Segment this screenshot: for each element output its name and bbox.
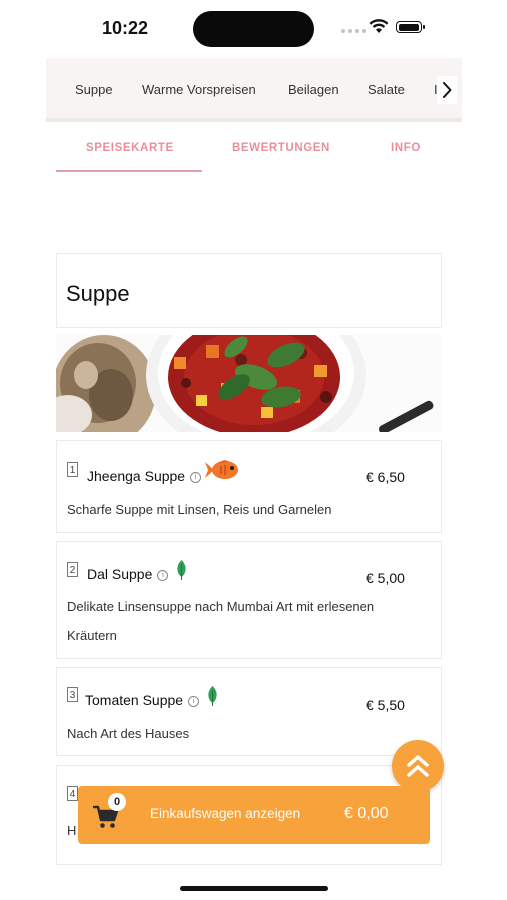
dynamic-island (193, 11, 314, 47)
dish-name: Jheenga Suppe (87, 468, 186, 484)
wifi-icon (369, 19, 389, 33)
dish-name-row: Dal Suppe i (87, 566, 169, 582)
cart-label: Einkaufswagen anzeigen (150, 806, 301, 821)
leaf-icon (208, 686, 217, 706)
dish-name: Tomaten Suppe (85, 692, 184, 708)
info-icon[interactable]: i (190, 471, 202, 483)
category-bar-divider (46, 118, 462, 122)
category-beilagen[interactable]: Beilagen (288, 82, 339, 97)
dish-price: € 6,50 (366, 469, 405, 485)
section-hero-image (56, 335, 441, 432)
category-salate[interactable]: Salate (368, 82, 405, 97)
signal-icon (341, 29, 366, 33)
dish-price: € 5,00 (366, 570, 405, 586)
dish-name-row: Jheenga Suppe i (87, 468, 202, 484)
status-bar: 10:22 (0, 0, 507, 56)
dish-description-line-1: Delikate Linsensuppe nach Mumbai Art mit… (67, 599, 375, 614)
dish-description: Nach Art des Hauses (67, 726, 190, 741)
tab-speisekarte[interactable]: SPEISEKARTE (86, 142, 174, 154)
info-icon[interactable]: i (188, 695, 200, 707)
category-suppe[interactable]: Suppe (75, 82, 113, 97)
cart-total: € 0,00 (344, 805, 389, 822)
fish-icon (205, 460, 238, 479)
double-chevron-up-icon (407, 755, 429, 777)
category-warme-vorspreisen[interactable]: Warme Vorspreisen (142, 82, 256, 97)
dish-description: Scharfe Suppe mit Linsen, Reis und Garne… (67, 502, 332, 517)
dish-number: 3 (67, 687, 78, 702)
dish-number: 4 (67, 786, 78, 801)
dish-description-line-2: Kräutern (67, 628, 117, 643)
active-tab-indicator (56, 170, 202, 172)
home-indicator (180, 886, 328, 891)
status-time: 10:22 (102, 18, 149, 38)
dish-name: Dal Suppe (87, 566, 153, 582)
tab-bewertungen[interactable]: BEWERTUNGEN (232, 142, 330, 154)
dish-number: 1 (67, 462, 78, 477)
chevron-right-icon (443, 82, 452, 98)
tab-info[interactable]: INFO (391, 142, 421, 154)
dish-price: € 5,50 (366, 697, 405, 713)
scroll-to-top-button[interactable] (392, 740, 444, 792)
dish-description-partial: H (67, 823, 77, 838)
battery-icon (396, 21, 425, 33)
section-title: Suppe (66, 281, 130, 306)
dish-number: 2 (67, 562, 78, 577)
info-icon[interactable]: i (157, 569, 169, 581)
leaf-icon (177, 560, 186, 580)
category-bar: Suppe Warme Vorspreisen Beilagen Salate … (46, 58, 462, 122)
dish-name-row: Tomaten Suppe i (85, 692, 200, 708)
cart-count-badge: 0 (108, 793, 126, 811)
category-scroll-right-button[interactable] (437, 76, 457, 104)
